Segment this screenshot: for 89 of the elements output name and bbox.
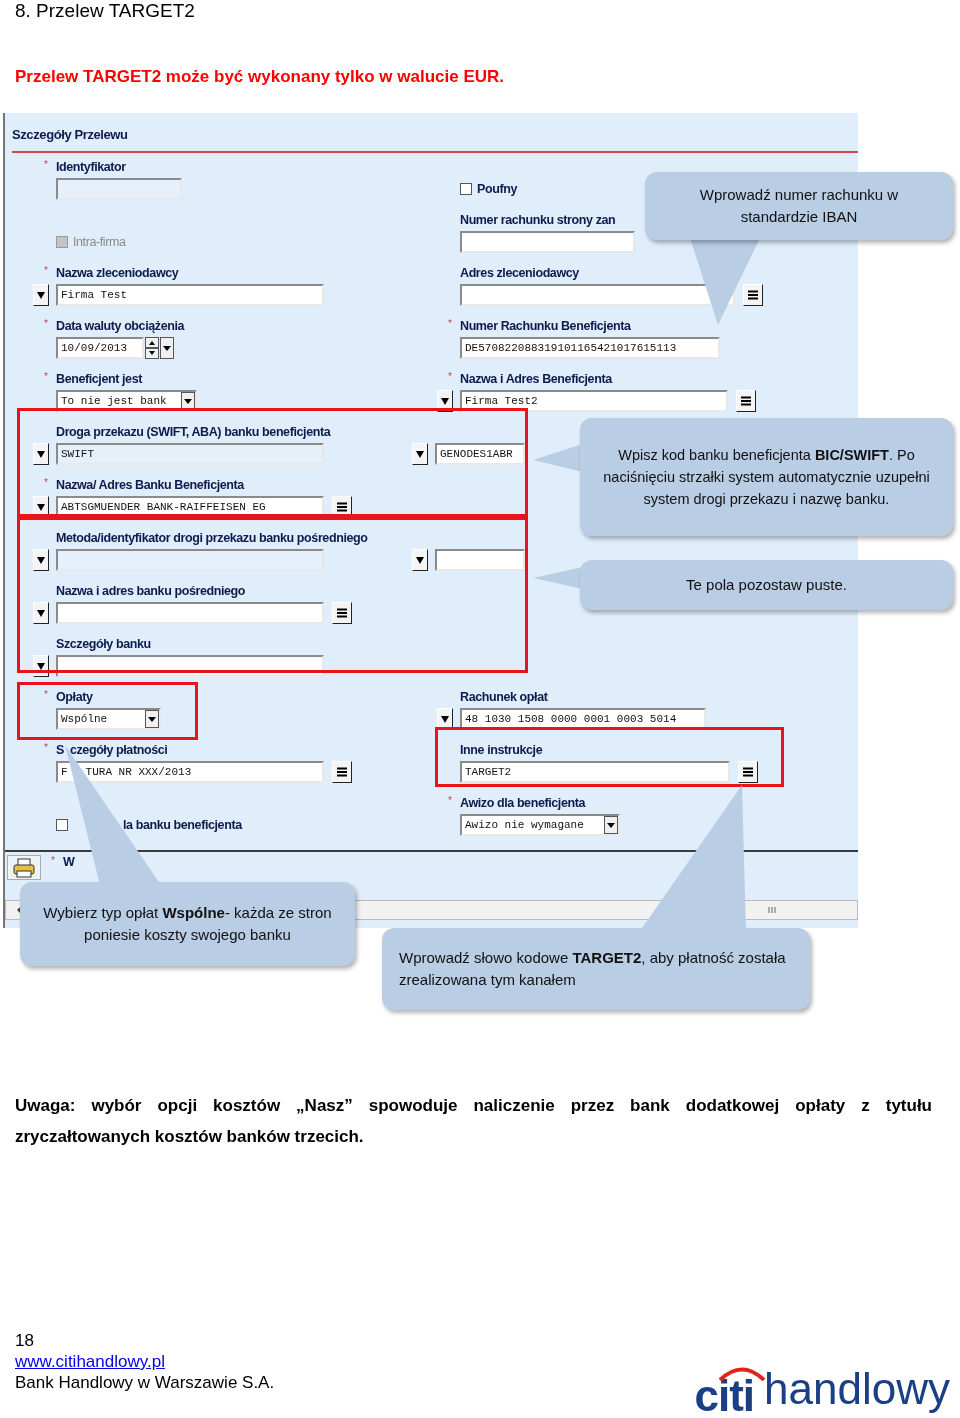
lines-icon bbox=[747, 289, 759, 301]
checkbox-label: Intra-firma bbox=[73, 234, 126, 251]
list-button[interactable] bbox=[736, 390, 756, 412]
lines-icon bbox=[740, 395, 752, 407]
list-button[interactable] bbox=[738, 761, 758, 783]
lines-icon bbox=[336, 501, 348, 513]
text-field[interactable]: 48 1030 1508 0000 0001 0003 5014 bbox=[460, 708, 706, 730]
field-label: Inne instrukcje bbox=[460, 742, 543, 757]
print-button[interactable] bbox=[7, 855, 41, 880]
text-field[interactable] bbox=[460, 284, 735, 306]
required-mark: * bbox=[448, 319, 453, 329]
field-label: Opłaty bbox=[56, 689, 93, 704]
field-label: Szczegóły banku bbox=[56, 636, 151, 651]
required-mark: * bbox=[44, 160, 49, 170]
required-mark: * bbox=[44, 319, 49, 329]
required-mark: * bbox=[44, 266, 49, 276]
website-link[interactable]: www.citihandlowy.pl bbox=[15, 1351, 165, 1372]
caret-icon bbox=[36, 502, 46, 512]
field-label: Metoda/identyfikator drogi przekazu banku pośredniego bbox=[56, 530, 368, 545]
text-field[interactable]: GENODES1ABR bbox=[435, 443, 525, 465]
checkbox-label: la banku beneficjenta bbox=[123, 817, 242, 834]
caret-icon bbox=[36, 608, 46, 618]
select-field[interactable]: Wspólne bbox=[56, 708, 161, 730]
required-mark: * bbox=[448, 372, 453, 382]
caret-icon bbox=[36, 290, 46, 300]
caret-icon bbox=[415, 555, 425, 565]
checkbox[interactable] bbox=[56, 819, 68, 831]
required-mark: * bbox=[44, 690, 49, 700]
printer-icon bbox=[13, 857, 35, 878]
field-label: Nazwa/ Adres Banku Beneficjenta bbox=[56, 477, 244, 492]
notice-text: Przelew TARGET2 może być wykonany tylko w walucie EUR. bbox=[14, 66, 505, 88]
field-label: Numer Rachunku Beneficjenta bbox=[460, 318, 631, 333]
text-field[interactable]: F TURA NR XXX/2013 bbox=[56, 761, 324, 783]
required-mark: * bbox=[44, 372, 49, 382]
required-mark: * bbox=[44, 478, 49, 488]
field-label: Numer rachunku strony zan bbox=[460, 212, 616, 227]
brand-text: handlowy bbox=[764, 1366, 950, 1412]
field-label: Nazwa zleceniodawcy bbox=[56, 265, 179, 280]
lines-icon bbox=[742, 766, 754, 778]
callout: Wpisz kod banku beneficjenta BIC/SWIFT. Po naciśnięciu strzałki system automatycznie uzupełni system drogi przekazu i nazwę banku. bbox=[580, 418, 953, 536]
page-heading: 8. Przelew TARGET2 bbox=[14, 0, 196, 22]
checkbox[interactable] bbox=[460, 183, 472, 195]
required-mark: * bbox=[448, 796, 453, 806]
date-field[interactable]: 10/09/2013 bbox=[56, 337, 144, 359]
field-label: Beneficjent jest bbox=[56, 371, 142, 386]
lines-icon bbox=[336, 607, 348, 619]
field-label: Nazwa i adres banku pośredniego bbox=[56, 583, 246, 598]
form-title: Szczegóły Przelewu bbox=[12, 125, 858, 153]
field-label: Awizo dla beneficjenta bbox=[460, 795, 586, 810]
text-field[interactable] bbox=[56, 602, 324, 624]
caret-icon bbox=[440, 396, 450, 406]
field-label: Data waluty obciążenia bbox=[56, 318, 185, 333]
caret-icon bbox=[415, 449, 425, 459]
remark-text: Uwaga: wybór opcji kosztów „Nasz” spowoduje naliczenie przez bank dodatkowej opłaty z tytułu zryczałtowanych kosztów banków trzecich. bbox=[14, 1095, 933, 1148]
field-label: W bbox=[63, 855, 75, 869]
caret-icon bbox=[36, 661, 46, 671]
list-button[interactable] bbox=[332, 602, 352, 624]
list-button[interactable] bbox=[332, 761, 352, 783]
field-label: Nazwa i Adres Beneficjenta bbox=[460, 371, 612, 386]
text-field[interactable] bbox=[460, 231, 635, 253]
field-label: Droga przekazu (SWIFT, ABA) banku beneficjenta bbox=[56, 424, 331, 439]
text-field[interactable] bbox=[435, 549, 525, 571]
field-label: S czegóły płatności bbox=[56, 742, 168, 757]
required-mark: * bbox=[51, 855, 56, 866]
text-field[interactable]: TARGET2 bbox=[460, 761, 730, 783]
company-name: Bank Handlowy w Warszawie S.A. bbox=[15, 1372, 275, 1393]
field-label: Identyfikator bbox=[56, 159, 126, 174]
spin-button[interactable] bbox=[145, 337, 159, 359]
select-field[interactable]: Awizo nie wymagane bbox=[460, 814, 620, 836]
caret-icon bbox=[604, 816, 618, 834]
list-button[interactable] bbox=[743, 284, 763, 306]
dropdown-button[interactable] bbox=[160, 337, 174, 359]
brand-text: citi bbox=[694, 1371, 755, 1418]
caret-icon bbox=[145, 710, 159, 728]
required-mark: * bbox=[44, 743, 49, 753]
caret-icon bbox=[36, 449, 46, 459]
caret-icon bbox=[36, 555, 46, 565]
page-number: 18 bbox=[15, 1330, 34, 1351]
text-field[interactable]: Firma Test2 bbox=[460, 390, 728, 412]
text-field[interactable] bbox=[56, 655, 324, 677]
checkbox-label: Poufny bbox=[477, 181, 517, 198]
text-field[interactable]: Firma Test bbox=[56, 284, 324, 306]
lines-icon bbox=[336, 766, 348, 778]
callout: Te pola pozostaw puste. bbox=[580, 560, 953, 610]
arc-icon bbox=[716, 1365, 767, 1381]
field-label: Rachunek opłat bbox=[460, 689, 548, 704]
field-label: Adres zleceniodawcy bbox=[460, 265, 579, 280]
text-field[interactable]: DE570822088319101165421017615113 bbox=[460, 337, 720, 359]
caret-icon bbox=[440, 714, 450, 724]
